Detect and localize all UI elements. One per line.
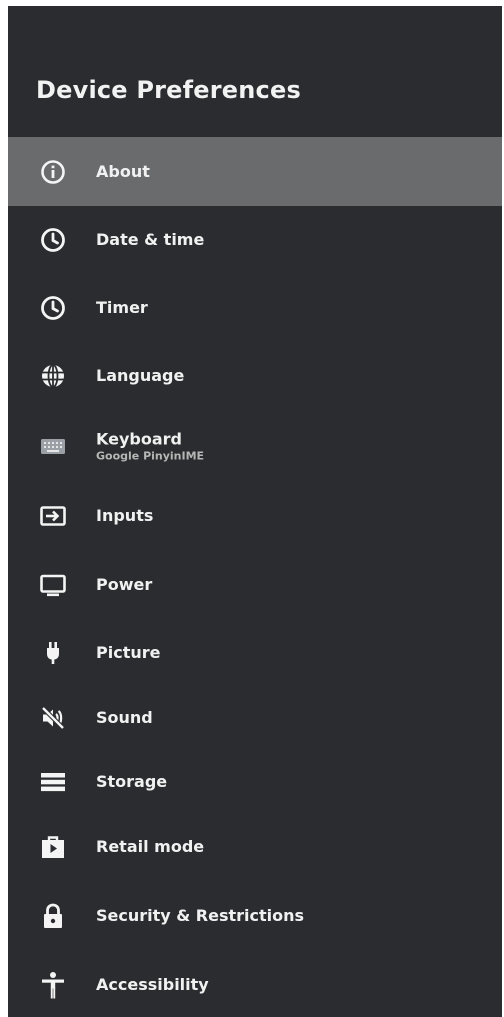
menu-item-keyboard[interactable]: Keyboard Google PinyinIME bbox=[8, 410, 502, 482]
menu-item-about[interactable]: About bbox=[8, 137, 502, 206]
store-icon bbox=[35, 829, 71, 865]
settings-panel: Device Preferences About Date & time Tim… bbox=[8, 6, 502, 1017]
menu-item-label: Keyboard bbox=[96, 429, 182, 449]
menu-item-security-restrictions[interactable]: Security & Restrictions bbox=[8, 880, 502, 952]
menu-item-label: Date & time bbox=[96, 230, 205, 249]
menu-item-date-time[interactable]: Date & time bbox=[8, 206, 502, 274]
menu-item-timer[interactable]: Timer bbox=[8, 274, 502, 342]
menu-item-sound[interactable]: Sound bbox=[8, 686, 502, 750]
menu-item-label: About bbox=[96, 161, 150, 181]
menu-item-retail-mode[interactable]: Retail mode bbox=[8, 814, 502, 880]
lock-icon bbox=[35, 898, 71, 934]
menu-item-label: Storage bbox=[96, 772, 168, 791]
menu-item-label: Sound bbox=[96, 708, 153, 727]
menu-item-label: Picture bbox=[96, 643, 161, 662]
menu-item-label: Power bbox=[96, 575, 153, 594]
input-icon bbox=[35, 498, 71, 534]
mute-icon bbox=[35, 700, 71, 736]
clock-icon bbox=[35, 222, 71, 258]
keyboard-icon bbox=[35, 428, 71, 464]
tv-icon bbox=[35, 567, 71, 603]
menu-list: About Date & time Timer Language Keyboar… bbox=[8, 6, 502, 1017]
menu-item-language[interactable]: Language bbox=[8, 342, 502, 410]
globe-icon bbox=[35, 358, 71, 394]
menu-item-label: Security & Restrictions bbox=[96, 906, 305, 925]
menu-item-label: Retail mode bbox=[96, 837, 205, 856]
menu-item-label: Language bbox=[96, 366, 185, 385]
menu-item-label: Accessibility bbox=[96, 974, 209, 994]
menu-item-label: Inputs bbox=[96, 506, 154, 525]
accessibility-icon bbox=[35, 967, 71, 1003]
plug-icon bbox=[35, 635, 71, 671]
menu-item-power[interactable]: Power bbox=[8, 550, 502, 620]
menu-item-inputs[interactable]: Inputs bbox=[8, 482, 502, 550]
menu-item-storage[interactable]: Storage bbox=[8, 750, 502, 814]
menu-item-accessibility[interactable]: Accessibility bbox=[8, 952, 502, 1017]
clock-icon bbox=[35, 290, 71, 326]
menu-item-sublabel: Google PinyinIME bbox=[96, 449, 205, 463]
info-icon bbox=[35, 154, 71, 190]
menu-item-label: Timer bbox=[96, 298, 148, 317]
storage-icon bbox=[35, 764, 71, 800]
menu-item-picture[interactable]: Picture bbox=[8, 620, 502, 686]
